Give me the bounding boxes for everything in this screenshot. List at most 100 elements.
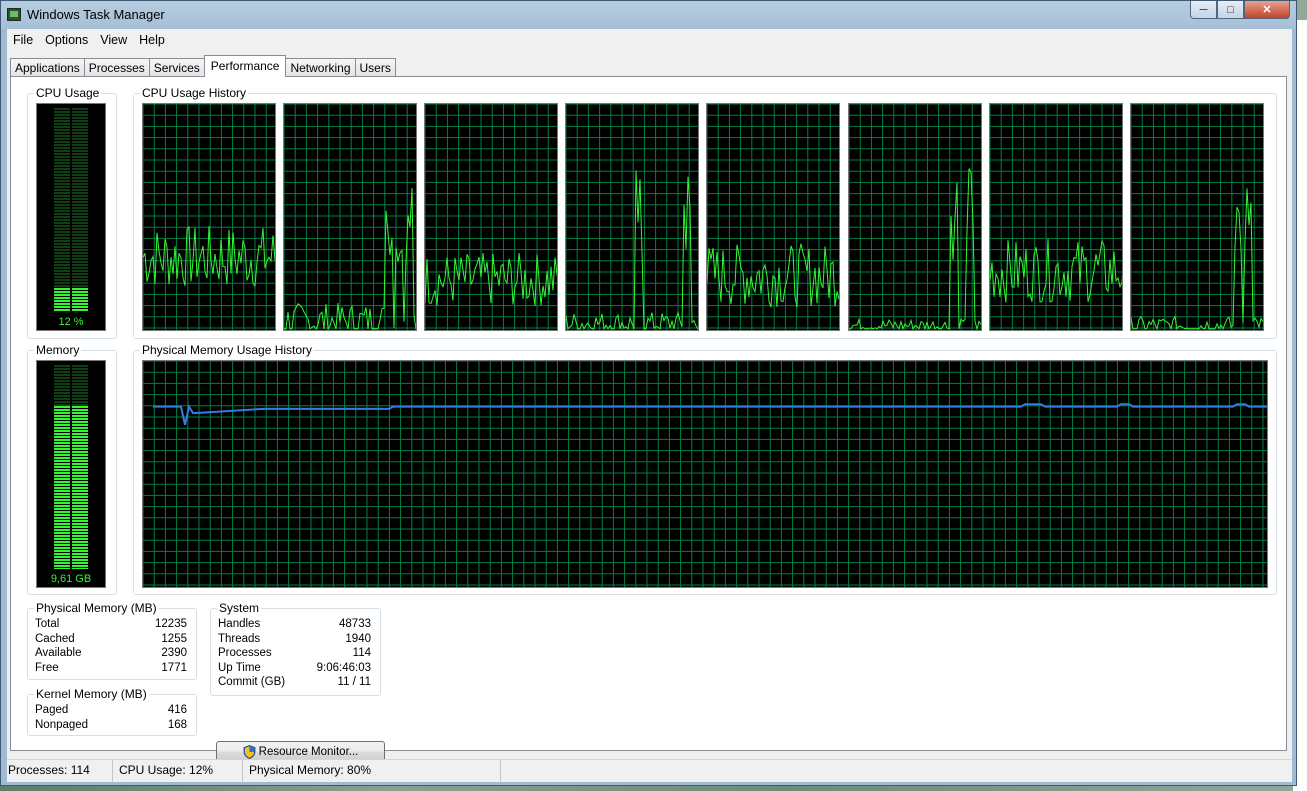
cpu-core-graph [283, 103, 418, 331]
graph-grid [707, 104, 840, 330]
cpu-trace [1130, 188, 1263, 330]
menu-file[interactable]: File [7, 29, 39, 51]
stat-value: 9:06:46:03 [316, 661, 371, 674]
status-memory: Physical Memory: 80% [243, 760, 501, 782]
maximize-button[interactable]: □ [1217, 1, 1244, 19]
tab-processes[interactable]: Processes [83, 58, 150, 77]
stat-row-nonpaged: Nonpaged 168 [35, 718, 187, 733]
graph-grid [848, 104, 981, 330]
stat-name: Up Time [218, 661, 261, 674]
cpu-core-graph [1129, 103, 1264, 331]
cpu-core-graph [988, 103, 1123, 331]
graph-grid [1130, 104, 1263, 330]
menu-options[interactable]: Options [39, 29, 94, 51]
cpu-usage-label: CPU Usage [34, 86, 102, 100]
status-cpu: CPU Usage: 12% [113, 760, 243, 782]
cpu-core-graph [565, 103, 700, 331]
stat-name: Total [35, 618, 60, 630]
cpu-core-graph [847, 103, 982, 331]
minimize-icon: ─ [1199, 3, 1208, 16]
memory-meter-bars [54, 365, 88, 569]
title-bar[interactable]: Windows Task Manager ─ □ ✕ [1, 1, 1296, 29]
stat-value: 1940 [345, 632, 371, 645]
maximize-icon: □ [1227, 3, 1234, 16]
task-manager-window: Windows Task Manager ─ □ ✕ File Options … [0, 0, 1297, 786]
memory-group: Memory 9,61 GB [27, 343, 117, 595]
client-area: File Options View Help Applications Proc… [7, 29, 1292, 782]
tab-strip: Applications Processes Services Performa… [10, 55, 396, 77]
system-stats: Handles 48733 Threads 1940 Processes 114 Up… [218, 617, 371, 690]
menu-view[interactable]: View [94, 29, 133, 51]
graph-grid [425, 104, 558, 330]
graph-grid [143, 104, 275, 330]
stat-row-uptime: Up Time 9:06:46:03 [218, 661, 371, 676]
system-label: System [217, 601, 262, 615]
stat-name: Cached [35, 632, 75, 645]
minimize-button[interactable]: ─ [1190, 1, 1217, 19]
memory-trace [153, 403, 1267, 426]
cpu-trace [989, 238, 1122, 303]
stat-name: Threads [218, 632, 261, 645]
cpu-meter-bars [54, 108, 88, 312]
kernel-memory-stats: Paged 416 Nonpaged 168 [35, 703, 187, 732]
stat-row-threads: Threads 1940 [218, 632, 371, 647]
stat-row-processes: Processes 114 [218, 646, 371, 661]
stat-row-free: Free 1771 [35, 661, 187, 676]
system-group: System Handles 48733 Threads 1940 Processe… [210, 601, 381, 696]
kernel-memory-group: Kernel Memory (MB) Paged 416 Nonpaged 168 [27, 687, 197, 736]
stat-row-commit: Commit (GB) 11 / 11 [218, 675, 371, 690]
app-icon [7, 8, 21, 21]
cpu-history-group: CPU Usage History [133, 86, 1277, 339]
stat-row-available: Available 2390 [35, 646, 187, 661]
stat-name: Commit (GB) [218, 676, 286, 689]
window-title: Windows Task Manager [27, 7, 165, 22]
status-spacer [501, 760, 1292, 782]
stat-row-total: Total 12235 [35, 617, 187, 632]
menu-help[interactable]: Help [133, 29, 171, 51]
cpu-core-graph [424, 103, 559, 331]
tab-applications[interactable]: Applications [10, 58, 85, 77]
cpu-usage-value: 12 % [58, 316, 84, 328]
close-icon: ✕ [1262, 4, 1272, 16]
memory-value: 9,61 GB [50, 573, 92, 585]
cpu-trace [848, 168, 981, 330]
physical-memory-group: Physical Memory (MB) Total 12235 Cached 12… [27, 601, 197, 680]
graph-grid [566, 104, 699, 330]
stat-row-handles: Handles 48733 [218, 617, 371, 632]
stat-name: Paged [35, 704, 69, 716]
stat-value: 114 [352, 647, 371, 660]
status-processes: Processes: 114 [7, 760, 113, 782]
memory-label: Memory [34, 343, 82, 357]
status-bar: Processes: 114 CPU Usage: 12% Physical M… [7, 759, 1292, 782]
physical-memory-label: Physical Memory (MB) [34, 601, 159, 615]
resource-monitor-label: Resource Monitor... [258, 745, 359, 758]
stat-value: 1255 [161, 632, 187, 645]
physical-memory-stats: Total 12235 Cached 1255 Available 2390 Free… [35, 617, 187, 675]
cpu-trace [707, 243, 840, 308]
cpu-trace [284, 187, 417, 330]
stat-name: Free [35, 661, 59, 674]
shield-icon [243, 744, 256, 759]
tab-networking[interactable]: Networking [285, 58, 356, 77]
graph-grid [989, 104, 1122, 330]
tab-services[interactable]: Services [148, 58, 205, 77]
memory-history-label: Physical Memory Usage History [140, 343, 315, 357]
kernel-memory-label: Kernel Memory (MB) [34, 687, 149, 701]
graph-grid [143, 361, 1267, 587]
stat-value: 11 / 11 [337, 676, 371, 689]
memory-meter-split [70, 365, 72, 569]
cpu-history-label: CPU Usage History [140, 86, 249, 100]
stat-value: 1771 [161, 661, 187, 674]
memory-history-group: Physical Memory Usage History [133, 343, 1277, 595]
cpu-core-graph [706, 103, 841, 331]
memory-history-graph [142, 360, 1268, 588]
tab-users[interactable]: Users [354, 58, 396, 77]
stat-value: 48733 [339, 618, 371, 630]
stat-name: Available [35, 647, 82, 660]
tab-performance[interactable]: Performance [203, 55, 287, 77]
menu-bar: File Options View Help [7, 29, 1292, 51]
window-controls: ─ □ ✕ [1190, 1, 1290, 21]
memory-meter: 9,61 GB [36, 360, 106, 588]
stat-name: Processes [218, 647, 272, 660]
close-button[interactable]: ✕ [1244, 1, 1290, 19]
